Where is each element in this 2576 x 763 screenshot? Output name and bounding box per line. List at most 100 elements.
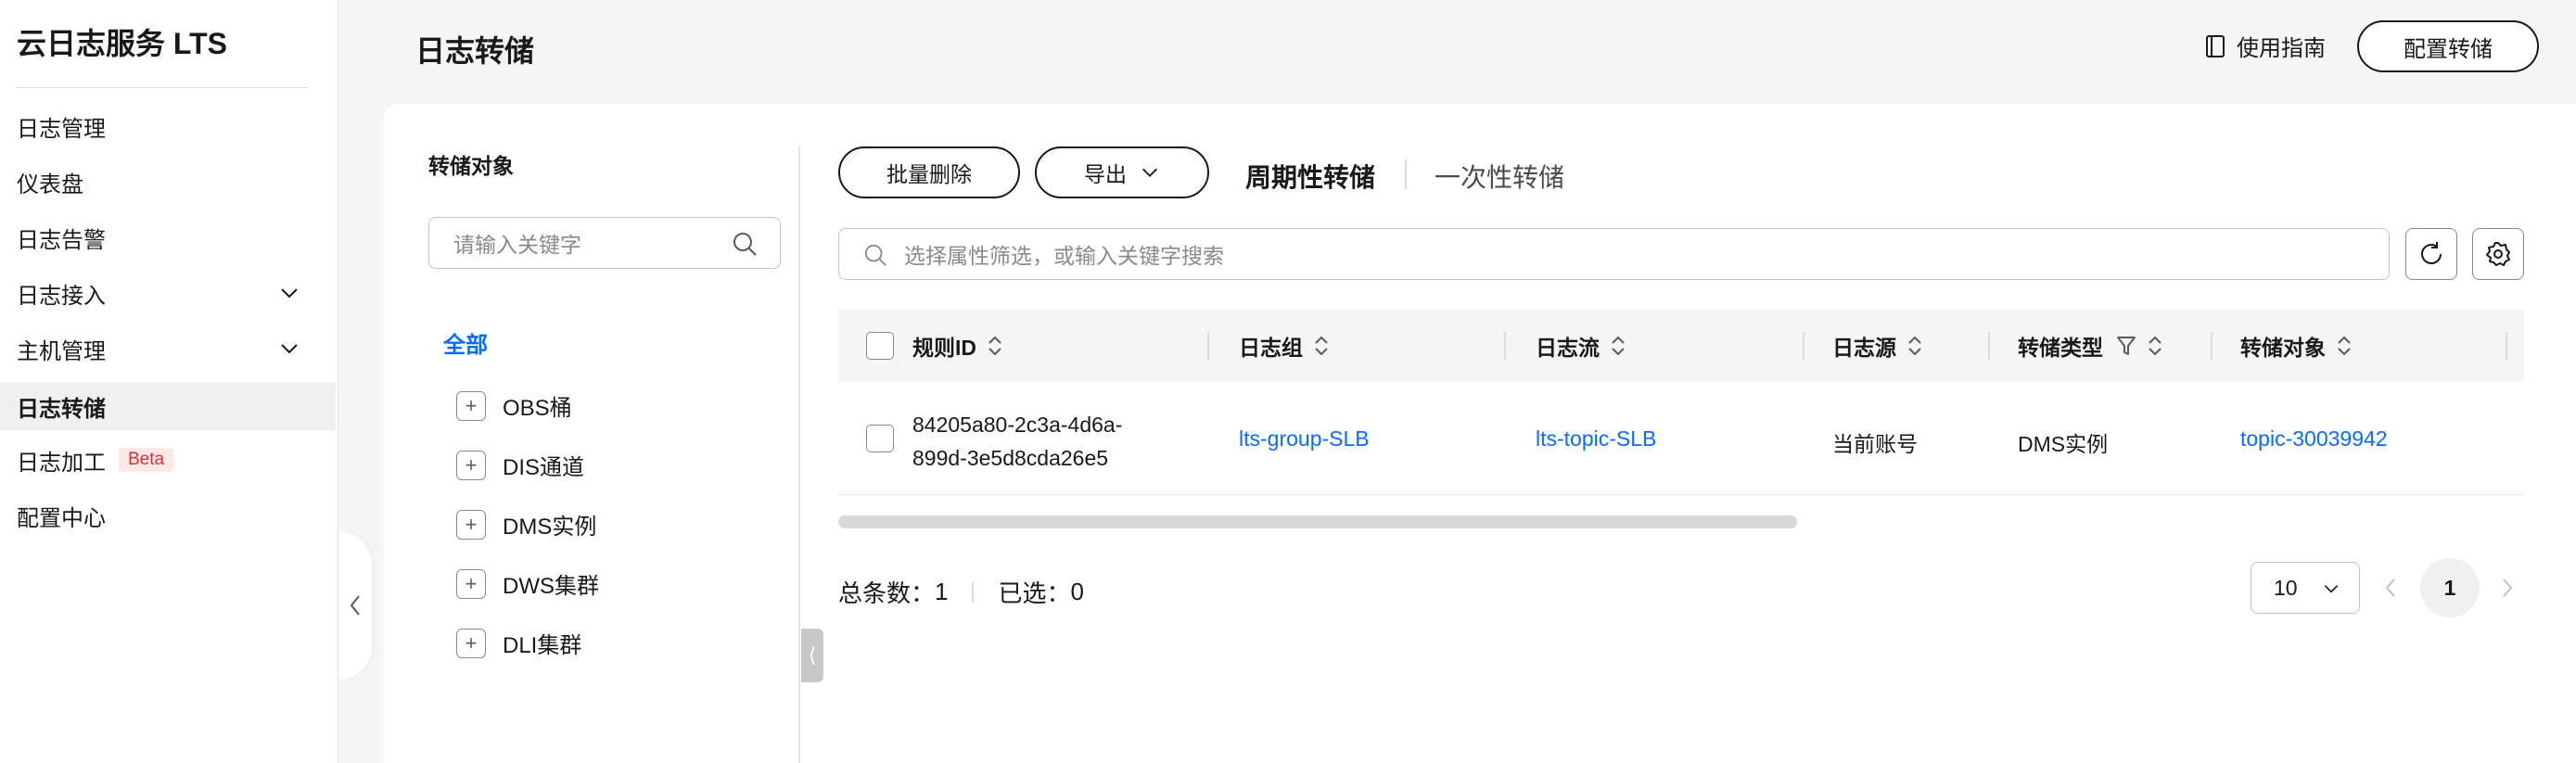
filter-search-input[interactable]: 选择属性筛选，或输入关键字搜索: [838, 228, 2390, 280]
selected-value: 0: [1070, 578, 1084, 605]
table-summary: 总条数： 1 已选： 0: [838, 575, 1084, 609]
column-separator: [2506, 332, 2507, 360]
tree-item-dli[interactable]: + DLI集群: [456, 627, 581, 659]
expand-icon[interactable]: +: [456, 628, 486, 658]
target-search-input[interactable]: 请输入关键字: [428, 217, 781, 269]
column-separator: [2211, 332, 2213, 360]
sidebar-item-label: 配置中心: [17, 505, 106, 531]
horizontal-scrollbar[interactable]: [838, 515, 1797, 528]
summary-separator: [972, 581, 975, 603]
table-row[interactable]: 84205a80-2c3a-4d6a- 899d-3e5d8cda26e5 lt…: [838, 382, 2524, 495]
tree-item-dws[interactable]: + DWS集群: [456, 567, 599, 600]
column-dump-target[interactable]: 转储对象: [2240, 310, 2353, 382]
export-label: 导出: [1084, 162, 1127, 186]
sort-icon[interactable]: [986, 333, 1004, 359]
export-button[interactable]: 导出: [1035, 146, 1209, 198]
page-title: 日志转储: [415, 34, 535, 68]
column-dump-type[interactable]: 转储类型: [2018, 310, 2164, 382]
page-size-select[interactable]: 10: [2251, 562, 2360, 614]
tree-item-label: DMS实例: [503, 515, 597, 540]
total-value: 1: [935, 578, 949, 605]
book-icon: [2206, 34, 2225, 57]
expand-icon[interactable]: +: [456, 509, 486, 540]
expand-icon[interactable]: +: [456, 450, 486, 480]
tab-one-time-dump[interactable]: 一次性转储: [1435, 158, 1564, 195]
column-label: 转储类型: [2018, 336, 2103, 360]
select-all-checkbox[interactable]: [866, 332, 894, 360]
sidebar-title: 云日志服务 LTS: [17, 27, 227, 60]
next-page-button[interactable]: [2494, 575, 2520, 601]
tab-separator: [1405, 159, 1407, 189]
sidebar-item-log-management[interactable]: 日志管理: [0, 102, 336, 150]
sidebar-divider: [17, 87, 308, 88]
sidebar-item-label: 仪表盘: [17, 172, 83, 197]
sidebar-item-config-center[interactable]: 配置中心: [0, 491, 336, 540]
sidebar-item-log-dump[interactable]: 日志转储: [0, 382, 336, 430]
sidebar-item-dashboard[interactable]: 仪表盘: [0, 158, 336, 206]
gear-icon: [2486, 242, 2510, 266]
column-log-stream[interactable]: 日志流: [1536, 310, 1627, 382]
tree-item-label: DLI集群: [503, 633, 582, 658]
log-source-cell: 当前账号: [1832, 432, 1918, 456]
filter-search-placeholder: 选择属性筛选，或输入关键字搜索: [904, 244, 1224, 268]
expand-icon[interactable]: +: [456, 390, 486, 421]
chevron-down-icon: [281, 344, 298, 354]
prev-page-button[interactable]: [2378, 575, 2404, 601]
panel-divider: [798, 146, 800, 763]
sidebar-item-label: 日志接入: [17, 283, 106, 309]
user-guide-link[interactable]: 使用指南: [2203, 30, 2326, 62]
tree-item-obs[interactable]: + OBS桶: [456, 389, 572, 422]
sort-icon[interactable]: [2146, 333, 2164, 359]
column-separator: [1504, 332, 1506, 360]
column-label: 日志流: [1536, 336, 1600, 360]
sort-icon[interactable]: [1906, 333, 1924, 359]
log-stream-link[interactable]: lts-topic-SLB: [1536, 426, 1656, 451]
beta-badge: Beta: [119, 448, 174, 472]
expand-icon[interactable]: +: [456, 568, 486, 599]
tree-item-label: DIS通道: [503, 455, 585, 480]
column-label: 日志组: [1239, 336, 1303, 360]
configure-dump-button[interactable]: 配置转储: [2357, 20, 2539, 72]
sort-icon[interactable]: [1609, 333, 1627, 359]
sidebar-collapse-button[interactable]: [338, 531, 372, 680]
sidebar-item-label: 日志加工: [17, 450, 106, 476]
tab-periodic-dump[interactable]: 周期性转储: [1245, 158, 1375, 195]
user-guide-label: 使用指南: [2237, 36, 2326, 61]
rule-id-cell: 84205a80-2c3a-4d6a- 899d-3e5d8cda26e5: [912, 408, 1122, 475]
log-group-link[interactable]: lts-group-SLB: [1239, 426, 1370, 451]
chevron-down-icon: [2324, 585, 2339, 593]
page-number-current[interactable]: 1: [2420, 558, 2480, 617]
tree-item-label: OBS桶: [503, 396, 572, 421]
chevron-down-icon: [1142, 168, 1157, 177]
sidebar-item-log-ingestion[interactable]: 日志接入: [0, 269, 336, 317]
column-label: 日志源: [1832, 336, 1896, 360]
rule-id-line: 84205a80-2c3a-4d6a-: [912, 413, 1123, 437]
column-log-group[interactable]: 日志组: [1239, 310, 1331, 382]
tree-item-dis[interactable]: + DIS通道: [456, 449, 584, 481]
column-separator: [1988, 332, 1990, 360]
settings-button[interactable]: [2472, 228, 2524, 280]
panel-collapse-handle[interactable]: ⟨: [801, 629, 823, 682]
sidebar-item-log-processing[interactable]: 日志加工 Beta: [0, 436, 336, 484]
page-size-value: 10: [2274, 575, 2298, 600]
tree-all[interactable]: 全部: [443, 326, 488, 359]
sidebar-item-log-alarm[interactable]: 日志告警: [0, 213, 336, 261]
batch-delete-button[interactable]: 批量删除: [838, 146, 1020, 198]
dump-target-link[interactable]: topic-30039942: [2240, 426, 2388, 451]
sidebar: 云日志服务 LTS 日志管理 仪表盘 日志告警 日志接入 主机管理 日志转储 日…: [0, 0, 338, 763]
chevron-right-icon: [2503, 579, 2513, 597]
rule-id-line: 899d-3e5d8cda26e5: [912, 446, 1109, 470]
column-log-source[interactable]: 日志源: [1832, 310, 1924, 382]
sidebar-item-host-management[interactable]: 主机管理: [0, 324, 336, 373]
target-search-placeholder: 请输入关键字: [453, 233, 581, 257]
refresh-button[interactable]: [2405, 228, 2457, 280]
tree-item-dms[interactable]: + DMS实例: [456, 508, 596, 540]
chevron-left-icon: [350, 595, 360, 616]
sort-icon[interactable]: [1312, 333, 1331, 359]
sidebar-item-label: 日志管理: [17, 116, 106, 142]
row-checkbox[interactable]: [866, 425, 894, 452]
search-icon: [864, 244, 886, 266]
filter-icon[interactable]: [2116, 335, 2136, 357]
sort-icon[interactable]: [2335, 333, 2353, 359]
column-rule-id[interactable]: 规则ID: [866, 310, 1004, 382]
